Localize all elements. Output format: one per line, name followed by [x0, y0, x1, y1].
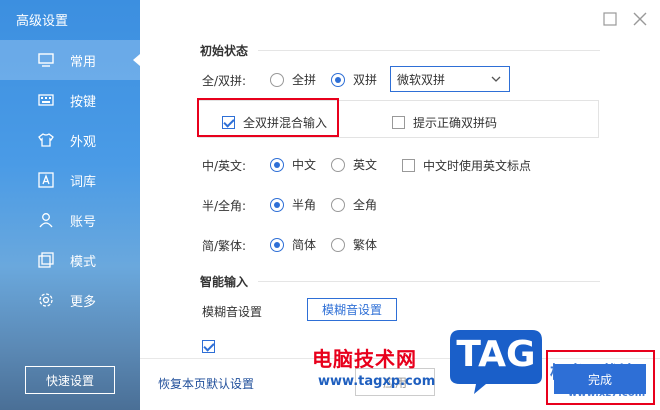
- half-full-label: 半/全角:: [202, 199, 247, 213]
- gear-icon: [39, 293, 53, 307]
- smart-option-checkbox[interactable]: [202, 339, 223, 353]
- letter-a-icon: [38, 172, 54, 188]
- checkbox-box: [202, 339, 215, 353]
- highlight-box: [546, 350, 655, 405]
- select-value: 微软双拼: [397, 72, 446, 87]
- watermark-site-name: 电脑技术网: [312, 347, 417, 371]
- section-divider: [258, 50, 600, 51]
- double-pinyin-scheme-select[interactable]: 微软双拼: [390, 66, 510, 92]
- watermark-tag: TAG: [456, 334, 536, 375]
- section-divider: [258, 281, 600, 282]
- sidebar-item-label: 外观: [70, 134, 97, 150]
- radio-full-pinyin[interactable]: 全拼: [270, 71, 316, 88]
- sidebar-item-common[interactable]: 常用: [0, 40, 140, 80]
- sidebar-item-account[interactable]: 账号: [0, 200, 140, 240]
- highlight-box: [197, 98, 339, 137]
- checkbox-label: 提示正确双拼码: [413, 116, 498, 130]
- fuzzy-label: 模糊音设置: [202, 305, 263, 319]
- radio-half-width[interactable]: 半角: [270, 196, 316, 213]
- sidebar-item-label: 常用: [70, 54, 97, 70]
- restore-defaults-link[interactable]: 恢复本页默认设置: [158, 375, 254, 392]
- english-punct-checkbox[interactable]: 中文时使用英文标点: [402, 157, 531, 174]
- sidebar: 高级设置 常用 按键 外观 词库 账号 模式 更多 快速设置: [0, 0, 140, 410]
- radio-circle: [331, 237, 345, 252]
- checkbox-box: [402, 159, 415, 172]
- keyboard-icon: [38, 94, 54, 106]
- user-icon: [39, 213, 53, 228]
- radio-label: 中文: [292, 158, 317, 172]
- sidebar-item-label: 词库: [70, 174, 97, 190]
- windows-icon: [38, 252, 54, 268]
- radio-chinese[interactable]: 中文: [270, 156, 316, 173]
- show-correct-code-checkbox[interactable]: 提示正确双拼码: [392, 114, 497, 131]
- radio-circle: [270, 72, 284, 87]
- sidebar-item-keys[interactable]: 按键: [0, 80, 140, 120]
- radio-label: 英文: [353, 158, 378, 172]
- radio-full-width[interactable]: 全角: [331, 196, 377, 213]
- radio-label: 双拼: [353, 73, 378, 87]
- section-title-smart: 智能输入: [200, 275, 249, 289]
- radio-label: 全拼: [292, 73, 317, 87]
- minimize-icon[interactable]: [603, 12, 617, 26]
- sidebar-item-label: 更多: [70, 294, 97, 310]
- close-icon[interactable]: [633, 12, 647, 26]
- radio-simplified[interactable]: 简体: [270, 236, 316, 253]
- sidebar-item-label: 账号: [70, 214, 97, 230]
- chevron-down-icon: [491, 76, 501, 82]
- sidebar-item-label: 按键: [70, 94, 97, 110]
- checkbox-label: 中文时使用英文标点: [423, 159, 532, 173]
- simp-trad-label: 简/繁体:: [202, 239, 247, 253]
- radio-circle: [331, 197, 345, 212]
- radio-circle: [270, 237, 284, 252]
- radio-circle: [331, 157, 345, 172]
- radio-circle: [270, 157, 284, 172]
- checkbox-box: [392, 116, 405, 129]
- quick-setup-button[interactable]: 快速设置: [25, 366, 115, 394]
- radio-label: 繁体: [353, 238, 378, 252]
- sidebar-item-appearance[interactable]: 外观: [0, 120, 140, 160]
- window-title: 高级设置: [16, 14, 69, 29]
- radio-english[interactable]: 英文: [331, 156, 377, 173]
- sidebar-item-dictionary[interactable]: 词库: [0, 160, 140, 200]
- watermark-site-url: www.tagxp.com: [318, 374, 436, 389]
- cn-en-label: 中/英文:: [202, 159, 247, 173]
- radio-label: 全角: [353, 198, 378, 212]
- radio-traditional[interactable]: 繁体: [331, 236, 377, 253]
- radio-label: 半角: [292, 198, 317, 212]
- shirt-icon: [38, 133, 54, 147]
- sidebar-nav: 常用 按键 外观 词库 账号 模式 更多: [0, 40, 140, 320]
- sidebar-item-mode[interactable]: 模式: [0, 240, 140, 280]
- fuzzy-settings-button[interactable]: 模糊音设置: [307, 298, 397, 321]
- sidebar-item-label: 模式: [70, 254, 97, 270]
- radio-circle: [270, 197, 284, 212]
- full-double-label: 全/双拼:: [202, 74, 247, 88]
- radio-label: 简体: [292, 238, 317, 252]
- monitor-icon: [38, 53, 54, 67]
- radio-circle: [331, 72, 345, 87]
- sidebar-item-more[interactable]: 更多: [0, 280, 140, 320]
- section-title-initial: 初始状态: [200, 44, 249, 58]
- radio-double-pinyin[interactable]: 双拼: [331, 71, 377, 88]
